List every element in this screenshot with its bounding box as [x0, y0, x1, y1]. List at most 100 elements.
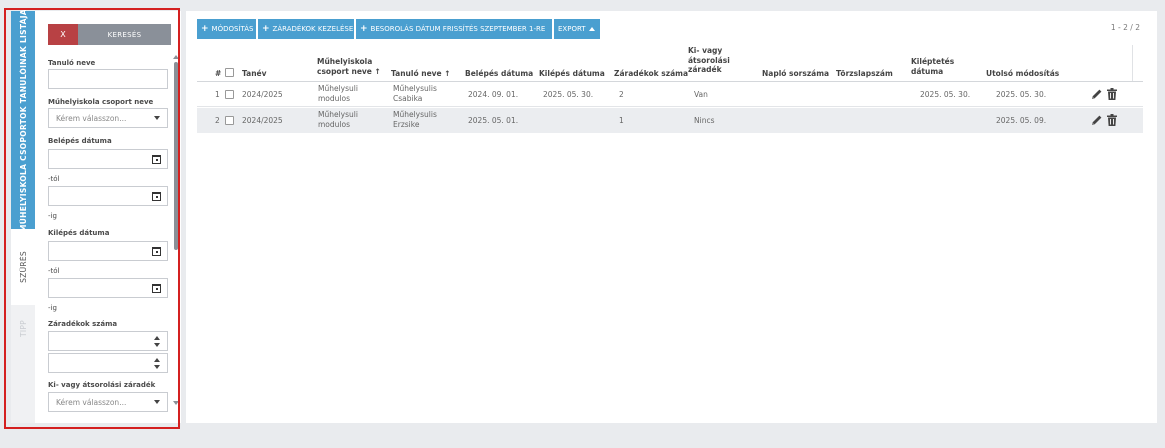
col-group[interactable]: Műhelyiskola csoport neve ↑ [317, 57, 381, 76]
refresh-date-button[interactable]: + BESOROLÁS DÁTUM FRISSÍTÉS SZEPTEMBER 1-… [356, 19, 552, 39]
spinner-icon[interactable] [154, 358, 160, 369]
plus-icon: + [360, 24, 368, 34]
tab-tip[interactable]: TIPP [11, 305, 35, 423]
clause-count-label: Záradékok száma [48, 320, 118, 328]
exit-to-suffix: -ig [48, 304, 57, 312]
col-log[interactable]: Napló sorszáma [762, 69, 829, 79]
clause-select[interactable]: Kérem válasszon... [48, 392, 168, 412]
calendar-icon[interactable] [152, 284, 161, 293]
entry-from-suffix: -tól [48, 175, 60, 183]
row-student: Műhelysulis Erzsike [393, 110, 437, 130]
row-leave: 2025. 05. 30. [920, 90, 971, 99]
row-clause: Van [694, 90, 708, 99]
toolbar: + MÓDOSÍTÁS + ZÁRADÉKOK KEZELÉSE + BESOROLÁ… [197, 19, 600, 39]
student-name-label: Tanuló neve [48, 59, 96, 67]
pencil-icon[interactable] [1091, 88, 1103, 100]
modify-button[interactable]: + MÓDOSÍTÁS [197, 19, 256, 39]
col-leave-line1: Kiléptetés [911, 57, 955, 66]
row-year: 2024/2025 [242, 90, 283, 99]
export-label: EXPORT [558, 25, 586, 33]
trash-icon[interactable] [1107, 114, 1117, 126]
row-group-line1: Műhelysuli [318, 84, 358, 93]
plus-icon: + [201, 24, 209, 34]
row-clause-count: 2 [619, 90, 624, 99]
filter-scrollbar[interactable] [174, 62, 178, 250]
entry-date-to-input[interactable] [48, 186, 168, 206]
col-modified[interactable]: Utolsó módosítás [986, 69, 1059, 79]
spinner-icon[interactable] [154, 336, 160, 347]
exit-from-suffix: -tól [48, 267, 60, 275]
col-leave[interactable]: Kiléptetés dátuma [911, 57, 954, 76]
select-all-checkbox[interactable] [225, 68, 234, 77]
chevron-down-icon [154, 116, 160, 120]
row-group: Műhelysuli modulos [318, 110, 358, 130]
sidebar-tabs: MŰHELYISKOLA CSOPORTOK TANULÓINAK LISTÁJ… [11, 9, 35, 423]
chevron-down-icon [154, 400, 160, 404]
tab-tip-label: TIPP [18, 320, 28, 338]
row-student: Műhelysulis Csabika [393, 84, 437, 104]
col-group-line2: csoport neve ↑ [317, 66, 381, 76]
group-name-select[interactable]: Kérem válasszon... [48, 108, 168, 128]
filter-buttons: X KERESÉS [48, 24, 171, 45]
row-entry: 2025. 05. 01. [468, 116, 519, 125]
row-num: 1 [215, 90, 220, 99]
clause-placeholder: Kérem válasszon... [56, 397, 127, 407]
table-row[interactable]: 1 2024/2025 Műhelysuli modulos Műhelysul… [197, 82, 1143, 107]
main-panel: + MÓDOSÍTÁS + ZÁRADÉKOK KEZELÉSE + BESOROLÁ… [186, 11, 1157, 423]
export-button[interactable]: EXPORT [554, 19, 600, 39]
row-group: Műhelysuli modulos [318, 84, 358, 104]
pager: 1 - 2 / 2 [1110, 23, 1140, 32]
group-name-placeholder: Kérem válasszon... [56, 113, 127, 123]
scroll-up-arrow[interactable] [173, 55, 179, 59]
filter-panel: X KERESÉS Tanuló neve Műhelyiskola csopo… [35, 11, 181, 423]
clear-filter-button[interactable]: X [48, 24, 78, 45]
col-group-line1: Műhelyiskola [317, 57, 373, 66]
row-checkbox[interactable] [225, 90, 234, 99]
row-entry: 2024. 09. 01. [468, 90, 519, 99]
pencil-icon[interactable] [1091, 114, 1103, 126]
row-modified: 2025. 05. 30. [996, 90, 1047, 99]
entry-date-label: Belépés dátuma [48, 137, 112, 145]
col-student[interactable]: Tanuló neve ↑ [391, 69, 451, 79]
col-year[interactable]: Tanév [242, 69, 267, 79]
col-clause-count[interactable]: Záradékok száma [614, 69, 688, 79]
row-clause-count: 1 [619, 116, 624, 125]
col-clause-line1: Ki- vagy [688, 46, 723, 55]
row-group-line2: modulos [318, 94, 350, 103]
exit-date-to-input[interactable] [48, 278, 168, 298]
clause-count-from-input[interactable] [48, 331, 168, 351]
trash-icon[interactable] [1107, 88, 1117, 100]
chevron-up-icon [588, 27, 595, 31]
calendar-icon[interactable] [152, 192, 161, 201]
student-name-input[interactable] [48, 69, 168, 89]
calendar-icon[interactable] [152, 247, 161, 256]
table-row[interactable]: 2 2024/2025 Műhelysuli modulos Műhelysul… [197, 108, 1143, 133]
row-group-line1: Műhelysuli [318, 110, 358, 119]
modify-label: MÓDOSÍTÁS [211, 25, 254, 33]
clause-count-to-input[interactable] [48, 353, 168, 373]
row-modified: 2025. 05. 09. [996, 116, 1047, 125]
exit-date-from-input[interactable] [48, 241, 168, 261]
col-entry[interactable]: Belépés dátuma [465, 69, 533, 79]
row-student-line2: Erzsike [393, 120, 420, 129]
column-divider [1132, 45, 1133, 81]
clause-label: Ki- vagy átsorolási záradék [48, 381, 156, 389]
scroll-down-arrow[interactable] [173, 401, 179, 405]
manage-clauses-label: ZÁRADÉKOK KEZELÉSE [272, 25, 354, 33]
row-checkbox[interactable] [225, 116, 234, 125]
entry-date-from-input[interactable] [48, 149, 168, 169]
search-button[interactable]: KERESÉS [78, 24, 171, 45]
row-group-line2: modulos [318, 120, 350, 129]
exit-date-label: Kilépés dátuma [48, 229, 110, 237]
tab-student-list[interactable]: MŰHELYISKOLA CSOPORTOK TANULÓINAK LISTÁJ… [11, 9, 35, 232]
col-exit[interactable]: Kilépés dátuma [539, 69, 605, 79]
manage-clauses-button[interactable]: + ZÁRADÉKOK KEZELÉSE [258, 19, 354, 39]
tab-filter[interactable]: SZŰRÉS [11, 229, 35, 305]
col-register[interactable]: Törzslapszám [836, 69, 893, 79]
calendar-icon[interactable] [152, 155, 161, 164]
row-student-line2: Csabika [393, 94, 423, 103]
col-clause[interactable]: Ki- vagy átsorolási záradék [688, 46, 730, 75]
tab-filter-label: SZŰRÉS [18, 251, 28, 283]
col-leave-line2: dátuma [911, 66, 944, 76]
plus-icon: + [262, 24, 270, 34]
